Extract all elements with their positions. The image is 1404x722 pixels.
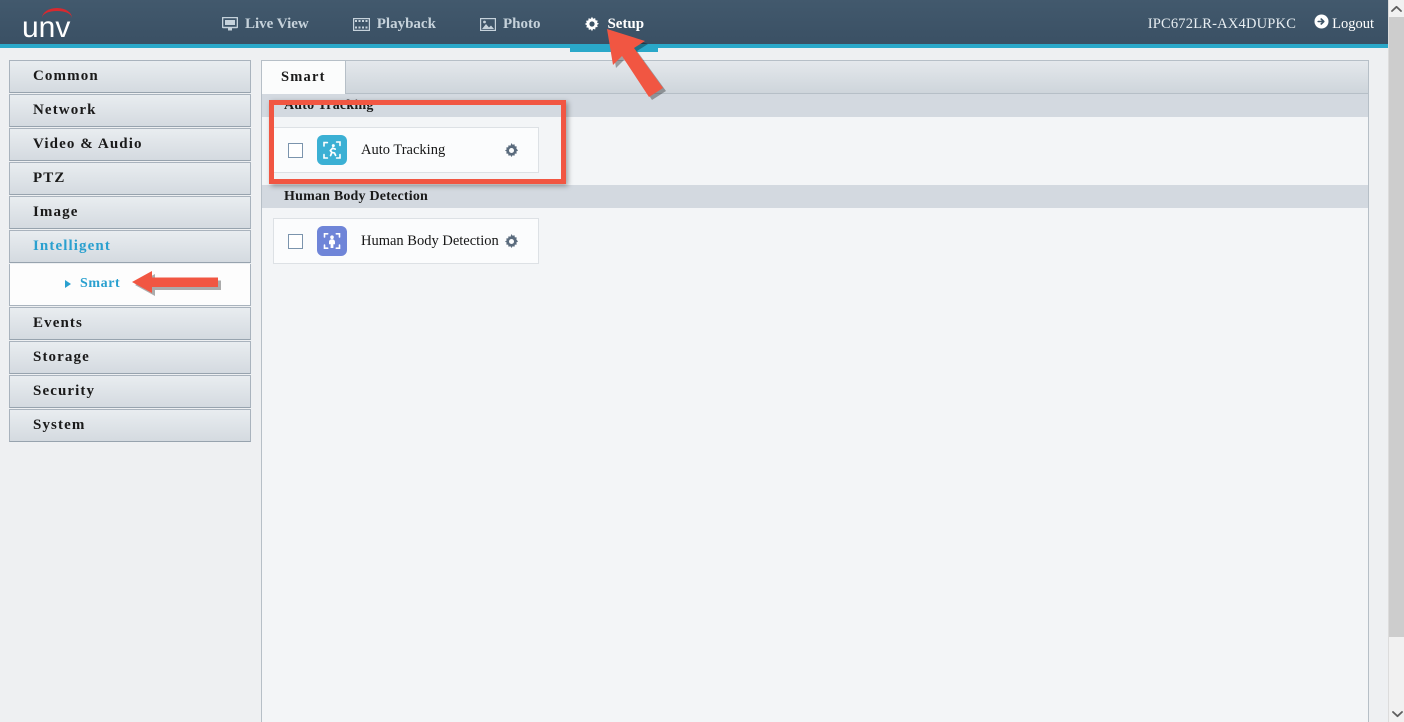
sidebar-item-label: Network [33,102,97,118]
sidebar-item-network[interactable]: Network [9,94,251,127]
main-navigation: Live View Playback Photo Setup [200,0,666,52]
unv-logo: unv [22,8,92,44]
chevron-up-icon [1391,5,1402,12]
sidebar-item-storage[interactable]: Storage [9,341,251,374]
settings-gear-icon-auto-tracking[interactable] [503,142,520,159]
top-header: unv Live View Playback Photo Setup IPC67… [0,0,1388,52]
nav-item-photo[interactable]: Photo [458,0,563,48]
checkbox-human-body-detection[interactable] [288,233,303,249]
nav-label: Setup [607,16,645,32]
sidebar-item-label: Security [33,383,96,399]
feature-card-human-body-detection[interactable]: Human Body Detection [273,218,539,264]
feature-label: Auto Tracking [361,141,446,158]
sidebar-item-common[interactable]: Common [9,60,251,93]
sidebar-item-label: Video & Audio [33,136,143,152]
logout-button[interactable]: Logout [1314,14,1374,34]
sidebar-item-label: PTZ [33,170,66,186]
triangle-right-icon [65,280,71,288]
sidebar-subitem-label: Smart [80,276,121,291]
device-name: IPC672LR-AX4DUPKC [1147,15,1297,32]
scroll-up-button[interactable] [1389,0,1404,17]
nav-item-setup[interactable]: Setup [562,0,666,52]
nav-label: Photo [502,16,541,32]
chevron-down-icon [1391,710,1403,717]
logo-text: unv [22,11,71,44]
sidebar-item-label: System [33,417,86,433]
feature-card-auto-tracking[interactable]: Auto Tracking [273,127,539,173]
human-body-icon [317,226,347,256]
section-title: Human Body Detection [284,188,428,204]
sidebar-item-label: Storage [33,349,90,365]
tab-smart[interactable]: Smart [262,61,346,94]
header-right-group: IPC672LR-AX4DUPKC Logout [1148,0,1388,48]
sidebar-item-label: Common [33,68,99,84]
sidebar-item-label: Events [33,315,83,331]
sidebar-item-security[interactable]: Security [9,375,251,408]
feature-label: Human Body Detection [361,232,499,249]
section-body-auto-tracking: Auto Tracking [262,117,1368,185]
scroll-down-button[interactable] [1389,705,1404,722]
scrollbar-thumb[interactable] [1389,17,1404,637]
sidebar-item-intelligent[interactable]: Intelligent [9,230,251,263]
sidebar-item-smart[interactable]: Smart [10,271,250,297]
sidebar-item-label: Image [33,204,79,220]
logout-arrow-icon [1314,14,1329,34]
gear-icon [584,16,600,32]
nav-label: Playback [376,16,436,32]
sidebar-item-ptz[interactable]: PTZ [9,162,251,195]
film-icon [352,17,370,31]
sidebar-item-video-audio[interactable]: Video & Audio [9,128,251,161]
tab-label: Smart [281,68,326,85]
sidebar-item-image[interactable]: Image [9,196,251,229]
tab-strip: Smart [262,61,1368,94]
monitor-icon [222,17,238,31]
settings-gear-icon-human-body-detection[interactable] [503,233,520,250]
sidebar-submenu-intelligent: Smart [9,264,251,306]
auto-tracking-icon [317,135,347,165]
section-header-auto-tracking: Auto Tracking [262,94,1368,117]
image-icon [479,17,496,31]
nav-item-playback[interactable]: Playback [331,0,458,48]
sidebar-item-events[interactable]: Events [9,307,251,340]
nav-item-live-view[interactable]: Live View [200,0,331,48]
nav-label: Live View [245,16,309,32]
sidebar-item-system[interactable]: System [9,409,251,442]
logout-label: Logout [1332,15,1374,32]
section-header-human-body-detection: Human Body Detection [262,185,1368,208]
section-title: Auto Tracking [284,97,374,113]
section-body-human-body-detection: Human Body Detection [262,208,1368,276]
browser-scrollbar[interactable] [1388,0,1404,722]
content-panel: Smart Auto Tracking Auto Tracking Human … [261,60,1369,722]
sidebar: Common Network Video & Audio PTZ Image I… [9,60,251,443]
checkbox-auto-tracking[interactable] [288,142,303,158]
sidebar-item-label: Intelligent [33,238,111,254]
